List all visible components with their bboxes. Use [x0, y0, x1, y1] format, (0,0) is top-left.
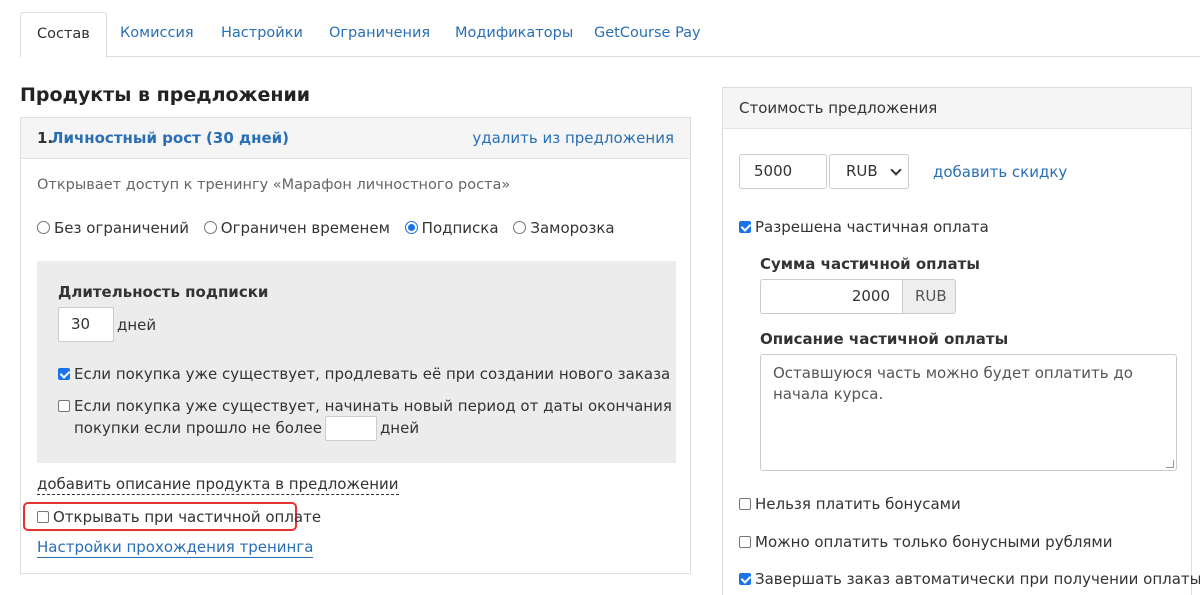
- access-type-radio-group: Без ограничений Ограничен временем Подпи…: [37, 219, 625, 237]
- remove-from-offer-link[interactable]: удалить из предложения: [472, 129, 674, 147]
- radio-circle-icon: [513, 221, 527, 234]
- product-name-link[interactable]: Личностный рост (30 дней): [51, 129, 289, 147]
- subscription-settings: Длительность подписки 30 дней Если покуп…: [37, 261, 676, 463]
- subscription-duration-label: Длительность подписки: [58, 283, 269, 301]
- product-description: Открывает доступ к тренингу «Марафон лич…: [37, 177, 511, 193]
- duration-unit: дней: [117, 316, 157, 334]
- tab-modifiers[interactable]: Модификаторы: [439, 12, 589, 57]
- new-period-line2: покупки если прошло не более дней: [74, 416, 419, 441]
- open-on-partial-payment-checkbox[interactable]: Открывать при частичной оплате: [37, 508, 321, 526]
- partial-description-textarea[interactable]: Оставшуюся часть можно будет оплатить до…: [760, 354, 1177, 471]
- radio-unlimited[interactable]: Без ограничений: [37, 219, 189, 237]
- tab-settings[interactable]: Настройки: [205, 12, 319, 57]
- add-discount-link[interactable]: добавить скидку: [933, 163, 1067, 181]
- checkbox-unchecked-icon: [37, 511, 49, 523]
- price-input[interactable]: 5000: [739, 154, 827, 189]
- partial-amount-currency: RUB: [902, 279, 956, 314]
- product-header: 1. Личностный рост (30 дней) удалить из …: [21, 118, 690, 159]
- auto-complete-order-checkbox[interactable]: Завершать заказ автоматически при получе…: [739, 570, 1200, 588]
- section-title: Продукты в предложении: [20, 84, 311, 106]
- new-period-checkbox[interactable]: Если покупка уже существует, начинать но…: [58, 397, 672, 415]
- checkbox-checked-icon: [739, 573, 751, 585]
- radio-circle-icon: [203, 221, 217, 234]
- radio-subscription[interactable]: Подписка: [404, 219, 499, 237]
- resize-handle-icon[interactable]: [1166, 460, 1174, 468]
- cost-panel-title: Стоимость предложения: [723, 88, 1191, 129]
- tab-restrictions[interactable]: Ограничения: [313, 12, 446, 57]
- only-bonus-checkbox[interactable]: Можно оплатить только бонусными рублями: [739, 533, 1113, 551]
- radio-selected-icon: [404, 221, 418, 234]
- checkbox-unchecked-icon: [739, 498, 751, 510]
- new-period-days-input[interactable]: [324, 416, 377, 441]
- checkbox-unchecked-icon: [58, 400, 70, 412]
- checkbox-checked-icon: [739, 221, 751, 233]
- checkbox-checked-icon: [58, 368, 70, 380]
- no-bonus-checkbox[interactable]: Нельзя платить бонусами: [739, 495, 961, 513]
- partial-amount-input[interactable]: 2000: [760, 279, 903, 314]
- radio-freeze[interactable]: Заморозка: [513, 219, 615, 237]
- partial-description-label: Описание частичной оплаты: [760, 330, 1009, 348]
- product-panel: 1. Личностный рост (30 дней) удалить из …: [20, 117, 691, 574]
- currency-select[interactable]: RUB: [829, 154, 909, 189]
- chevron-down-icon: [890, 164, 902, 176]
- extend-existing-checkbox[interactable]: Если покупка уже существует, продлевать …: [58, 365, 670, 383]
- cost-panel: Стоимость предложения 5000 RUB добавить …: [722, 87, 1200, 595]
- training-settings-link[interactable]: Настройки прохождения тренинга: [37, 538, 314, 558]
- partial-payment-allowed-checkbox[interactable]: Разрешена частичная оплата: [739, 218, 989, 236]
- subscription-duration-input[interactable]: 30: [58, 307, 114, 342]
- radio-circle-icon: [37, 221, 50, 234]
- add-product-description-link[interactable]: добавить описание продукта в предложении: [37, 474, 399, 495]
- tab-composition[interactable]: Состав: [20, 12, 107, 58]
- tab-commission[interactable]: Комиссия: [104, 12, 210, 57]
- tab-getcourse-pay[interactable]: GetCourse Pay: [578, 12, 717, 57]
- partial-amount-label: Сумма частичной оплаты: [760, 255, 980, 273]
- checkbox-unchecked-icon: [739, 536, 751, 548]
- radio-time-limited[interactable]: Ограничен временем: [203, 219, 390, 237]
- tab-bar: Состав Комиссия Настройки Ограничения Мо…: [20, 12, 1200, 58]
